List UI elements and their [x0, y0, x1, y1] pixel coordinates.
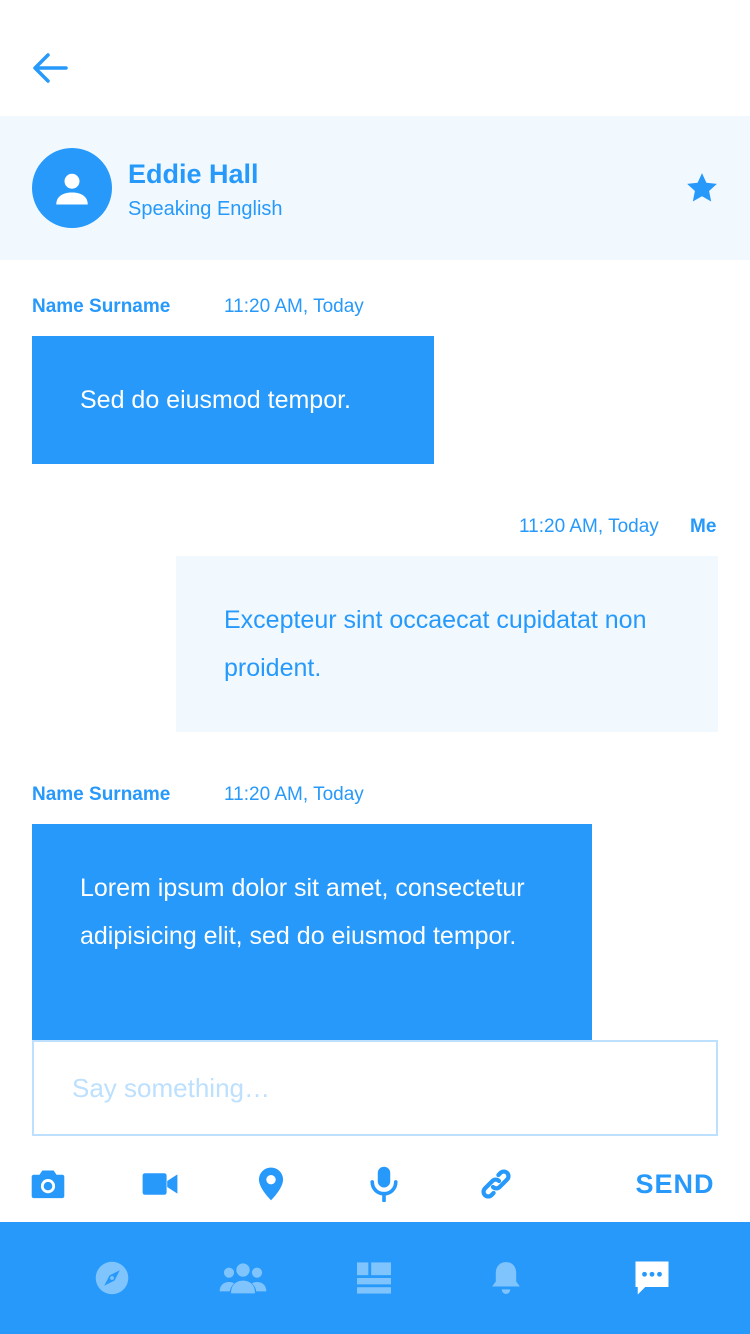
message-sender: Name Surname [32, 784, 171, 805]
microphone-icon [370, 1166, 398, 1202]
microphone-button[interactable] [362, 1162, 406, 1206]
outgoing-message-bubble[interactable]: Excepteur sint occaecat cupidatat non pr… [176, 556, 718, 732]
contact-name: Eddie Hall [128, 159, 259, 189]
bell-icon [492, 1262, 520, 1294]
group-icon [219, 1263, 267, 1294]
camera-button[interactable] [26, 1162, 70, 1206]
person-icon [56, 173, 88, 205]
dashboard-icon [357, 1262, 391, 1294]
send-button[interactable]: SEND [620, 1164, 730, 1204]
bottom-navigation [0, 1222, 750, 1334]
message-time: 11:20 AM, Today [224, 784, 364, 805]
favorite-button[interactable] [680, 166, 724, 210]
nav-item-messages[interactable] [622, 1250, 682, 1306]
message-text: Sed do eiusmod tempor. [80, 386, 351, 414]
location-button[interactable] [249, 1162, 293, 1206]
message-text: Lorem ipsum dolor sit amet, consectetur … [80, 874, 525, 950]
video-button[interactable] [138, 1162, 182, 1206]
location-pin-icon [258, 1167, 284, 1201]
avatar[interactable] [32, 148, 112, 228]
camera-icon [31, 1170, 65, 1199]
compass-icon [95, 1261, 129, 1295]
star-icon [687, 173, 717, 202]
arrow-left-icon [33, 53, 68, 83]
attach-link-button[interactable] [474, 1162, 518, 1206]
message-sender: Name Surname [32, 296, 171, 317]
contact-header: Eddie Hall Speaking English [0, 116, 750, 260]
nav-item-explore[interactable] [82, 1250, 142, 1306]
video-icon [142, 1173, 178, 1195]
message-input[interactable] [34, 1042, 716, 1134]
message-text: Excepteur sint occaecat cupidatat non pr… [224, 606, 647, 682]
message-sender: Me [690, 516, 717, 537]
contact-language: Speaking English [128, 198, 283, 220]
nav-item-dashboard[interactable] [344, 1250, 404, 1306]
incoming-message-bubble[interactable]: Lorem ipsum dolor sit amet, consectetur … [32, 824, 592, 1040]
message-time: 11:20 AM, Today [224, 296, 364, 317]
link-icon [481, 1169, 511, 1199]
nav-item-notifications[interactable] [476, 1250, 536, 1306]
message-input-box [32, 1040, 718, 1136]
incoming-message-bubble[interactable]: Sed do eiusmod tempor. [32, 336, 434, 464]
nav-item-groups[interactable] [213, 1250, 273, 1306]
message-time: 11:20 AM, Today [519, 516, 659, 537]
chat-icon [635, 1261, 669, 1295]
back-button[interactable] [28, 46, 72, 90]
